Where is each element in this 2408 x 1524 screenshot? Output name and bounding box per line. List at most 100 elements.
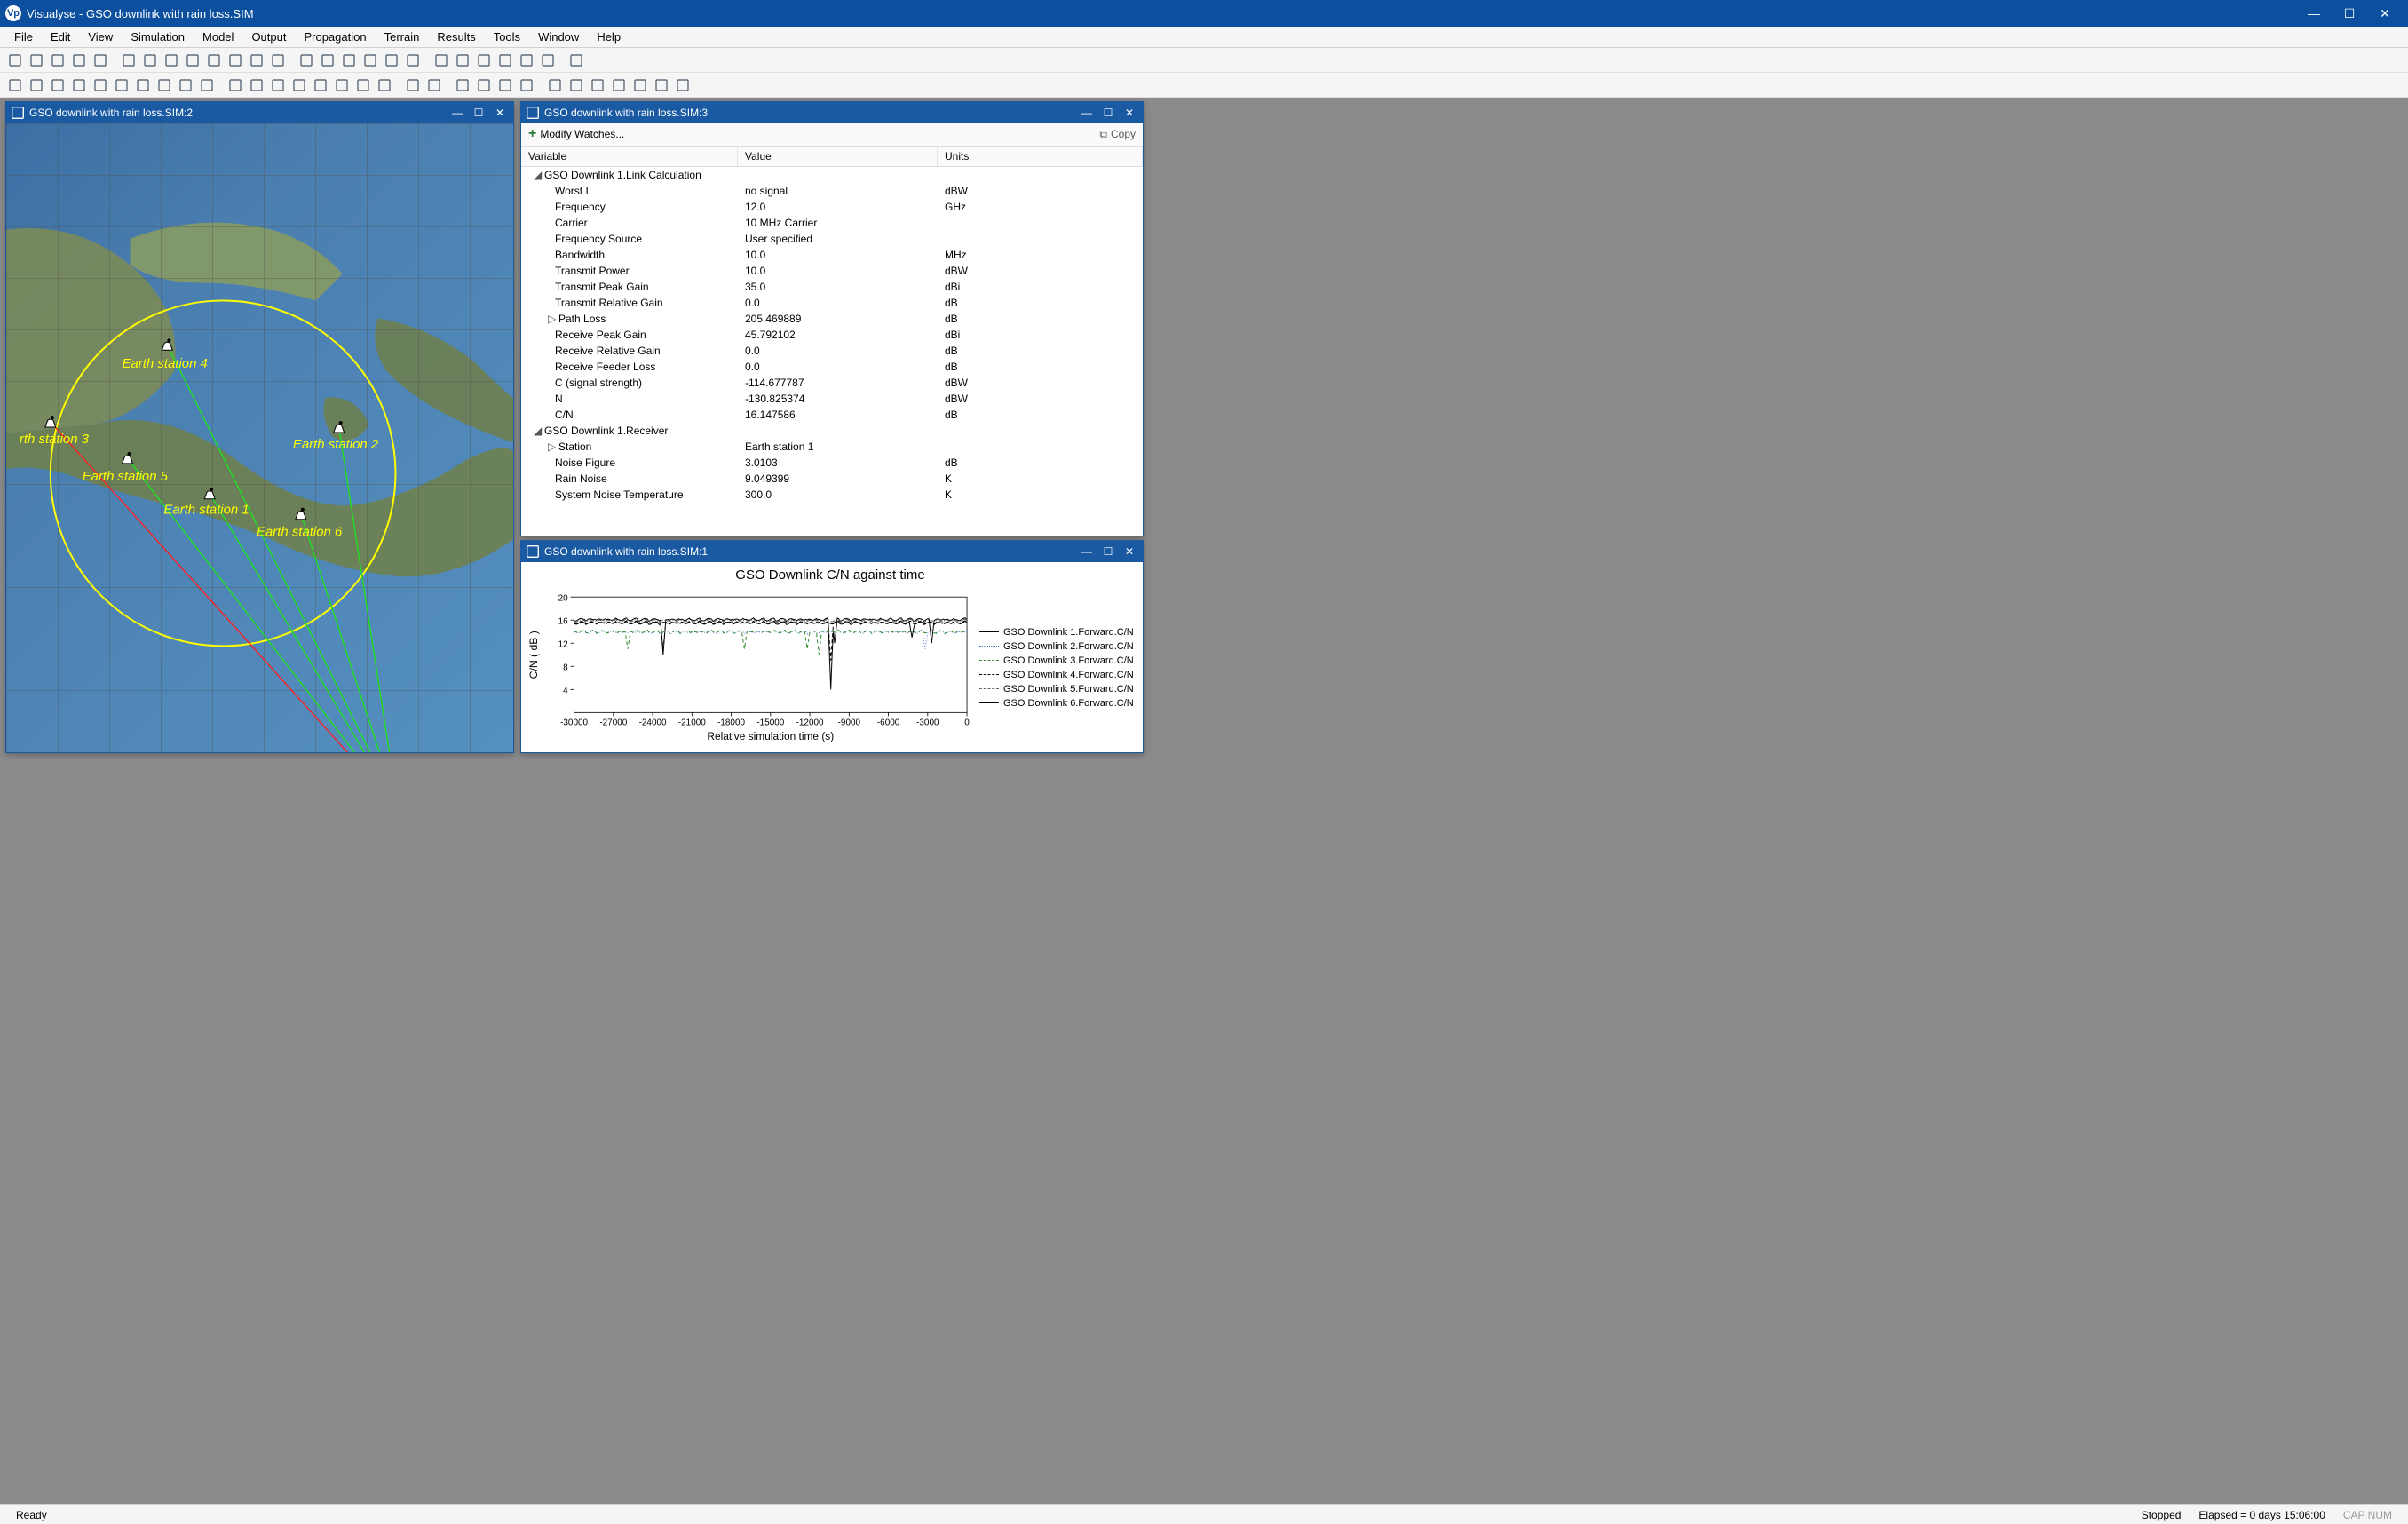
watches-group[interactable]: ◢GSO Downlink 1.Receiver — [521, 423, 1143, 439]
column-variable[interactable]: Variable — [521, 147, 738, 166]
link-icon[interactable] — [48, 75, 67, 95]
window-close-button[interactable]: ✕ — [2367, 0, 2403, 27]
grid1-icon[interactable] — [453, 75, 472, 95]
column-value[interactable]: Value — [738, 147, 938, 166]
sat-edit-icon[interactable] — [176, 75, 195, 95]
watches-row[interactable]: Frequency SourceUser specified — [521, 231, 1143, 247]
watches-row[interactable]: C (signal strength)-114.677787dBW — [521, 375, 1143, 391]
child-close-button[interactable]: ✕ — [492, 105, 508, 121]
chart-plot[interactable]: 48121620-30000-27000-24000-21000-18000-1… — [525, 586, 974, 749]
watches-row[interactable]: ▷StationEarth station 1 — [521, 439, 1143, 455]
cascade-icon[interactable] — [183, 51, 202, 70]
pointer-icon[interactable] — [297, 51, 316, 70]
copy-icon[interactable] — [69, 51, 89, 70]
child-close-button[interactable]: ✕ — [1121, 544, 1137, 560]
tile-h-icon[interactable] — [140, 51, 160, 70]
beam-icon[interactable] — [27, 75, 46, 95]
child-minimize-button[interactable]: — — [449, 105, 465, 121]
paste-icon[interactable] — [91, 51, 110, 70]
window-minimize-button[interactable]: — — [2296, 0, 2332, 27]
sat-add-icon[interactable] — [154, 75, 174, 95]
annotate-icon[interactable] — [403, 51, 423, 70]
arrange-icon[interactable] — [204, 51, 224, 70]
grid2-icon[interactable] — [474, 75, 494, 95]
watches-row[interactable]: Frequency12.0GHz — [521, 199, 1143, 215]
menu-output[interactable]: Output — [242, 28, 295, 46]
sat-var-icon[interactable] — [197, 75, 217, 95]
save-file-icon[interactable] — [48, 51, 67, 70]
clock-icon[interactable] — [432, 51, 451, 70]
menu-help[interactable]: Help — [588, 28, 630, 46]
pause-icon[interactable] — [495, 51, 515, 70]
menu-results[interactable]: Results — [428, 28, 484, 46]
fast-forward-icon[interactable] — [538, 51, 558, 70]
watches-row[interactable]: Carrier10 MHz Carrier — [521, 215, 1143, 231]
info-icon[interactable] — [566, 51, 586, 70]
antenna-icon[interactable] — [5, 75, 25, 95]
watches-row[interactable]: Receive Feeder Loss0.0dB — [521, 359, 1143, 375]
layer2-icon[interactable] — [566, 75, 586, 95]
table-icon[interactable] — [226, 51, 245, 70]
tile-v-icon[interactable] — [162, 51, 181, 70]
layer5-icon[interactable] — [630, 75, 650, 95]
menu-window[interactable]: Window — [529, 28, 588, 46]
zoom-in-icon[interactable] — [360, 51, 380, 70]
watches-row[interactable]: C/N16.147586dB — [521, 407, 1143, 423]
child-minimize-button[interactable]: — — [1079, 105, 1095, 121]
modify-watches-button[interactable]: Modify Watches... — [540, 128, 624, 140]
copy-button[interactable]: ⧉ Copy — [1099, 128, 1136, 141]
export-icon[interactable] — [424, 75, 444, 95]
menu-edit[interactable]: Edit — [42, 28, 79, 46]
sim-7-icon[interactable] — [353, 75, 373, 95]
child-close-button[interactable]: ✕ — [1121, 105, 1137, 121]
sigma-icon[interactable] — [403, 75, 423, 95]
watches-row[interactable]: Transmit Power10.0dBW — [521, 263, 1143, 279]
play-icon[interactable] — [517, 51, 536, 70]
menu-simulation[interactable]: Simulation — [122, 28, 194, 46]
child-titlebar-watches[interactable]: GSO downlink with rain loss.SIM:3 — ☐ ✕ — [521, 102, 1143, 123]
column-units[interactable]: Units — [938, 147, 1143, 166]
watches-row[interactable]: Worst Ino signaldBW — [521, 183, 1143, 199]
watches-row[interactable]: Bandwidth10.0MHz — [521, 247, 1143, 263]
sim-3-icon[interactable] — [268, 75, 288, 95]
watches-row[interactable]: Receive Peak Gain45.792102dBi — [521, 327, 1143, 343]
network-icon[interactable] — [69, 75, 89, 95]
child-titlebar-map[interactable]: GSO downlink with rain loss.SIM:2 — ☐ ✕ — [6, 102, 513, 123]
zoom-out-icon[interactable] — [382, 51, 401, 70]
child-maximize-button[interactable]: ☐ — [1100, 544, 1116, 560]
map-view[interactable]: rth station 3Earth station 4Earth statio… — [6, 123, 513, 752]
step-back-icon[interactable] — [453, 51, 472, 70]
layer4-icon[interactable] — [609, 75, 629, 95]
child-minimize-button[interactable]: — — [1079, 544, 1095, 560]
watches-group[interactable]: ◢GSO Downlink 1.Link Calculation — [521, 167, 1143, 183]
menu-terrain[interactable]: Terrain — [376, 28, 429, 46]
zoom-area-icon[interactable] — [339, 51, 359, 70]
watches-row[interactable]: Rain Noise9.049399K — [521, 471, 1143, 487]
map3d-icon[interactable] — [268, 51, 288, 70]
layer1-icon[interactable] — [545, 75, 565, 95]
map2d-icon[interactable] — [247, 51, 266, 70]
sim-2-icon[interactable] — [247, 75, 266, 95]
menu-view[interactable]: View — [79, 28, 122, 46]
layer3-icon[interactable] — [588, 75, 607, 95]
child-maximize-button[interactable]: ☐ — [1100, 105, 1116, 121]
watches-grid[interactable]: ◢GSO Downlink 1.Link CalculationWorst In… — [521, 167, 1143, 536]
grid4-icon[interactable] — [517, 75, 536, 95]
new-window-icon[interactable] — [119, 51, 139, 70]
menu-propagation[interactable]: Propagation — [295, 28, 375, 46]
sim-6-icon[interactable] — [332, 75, 352, 95]
watches-row[interactable]: Receive Relative Gain0.0dB — [521, 343, 1143, 359]
child-maximize-button[interactable]: ☐ — [471, 105, 487, 121]
child-titlebar-chart[interactable]: GSO downlink with rain loss.SIM:1 — ☐ ✕ — [521, 541, 1143, 562]
sim-1-icon[interactable] — [226, 75, 245, 95]
menu-model[interactable]: Model — [194, 28, 242, 46]
stop-icon[interactable] — [474, 51, 494, 70]
pan-icon[interactable] — [318, 51, 337, 70]
menu-tools[interactable]: Tools — [485, 28, 529, 46]
sim-5-icon[interactable] — [311, 75, 330, 95]
watches-row[interactable]: ▷Path Loss205.469889dB — [521, 311, 1143, 327]
open-file-icon[interactable] — [27, 51, 46, 70]
watches-row[interactable]: Transmit Peak Gain35.0dBi — [521, 279, 1143, 295]
grid3-icon[interactable] — [495, 75, 515, 95]
menu-file[interactable]: File — [5, 28, 42, 46]
